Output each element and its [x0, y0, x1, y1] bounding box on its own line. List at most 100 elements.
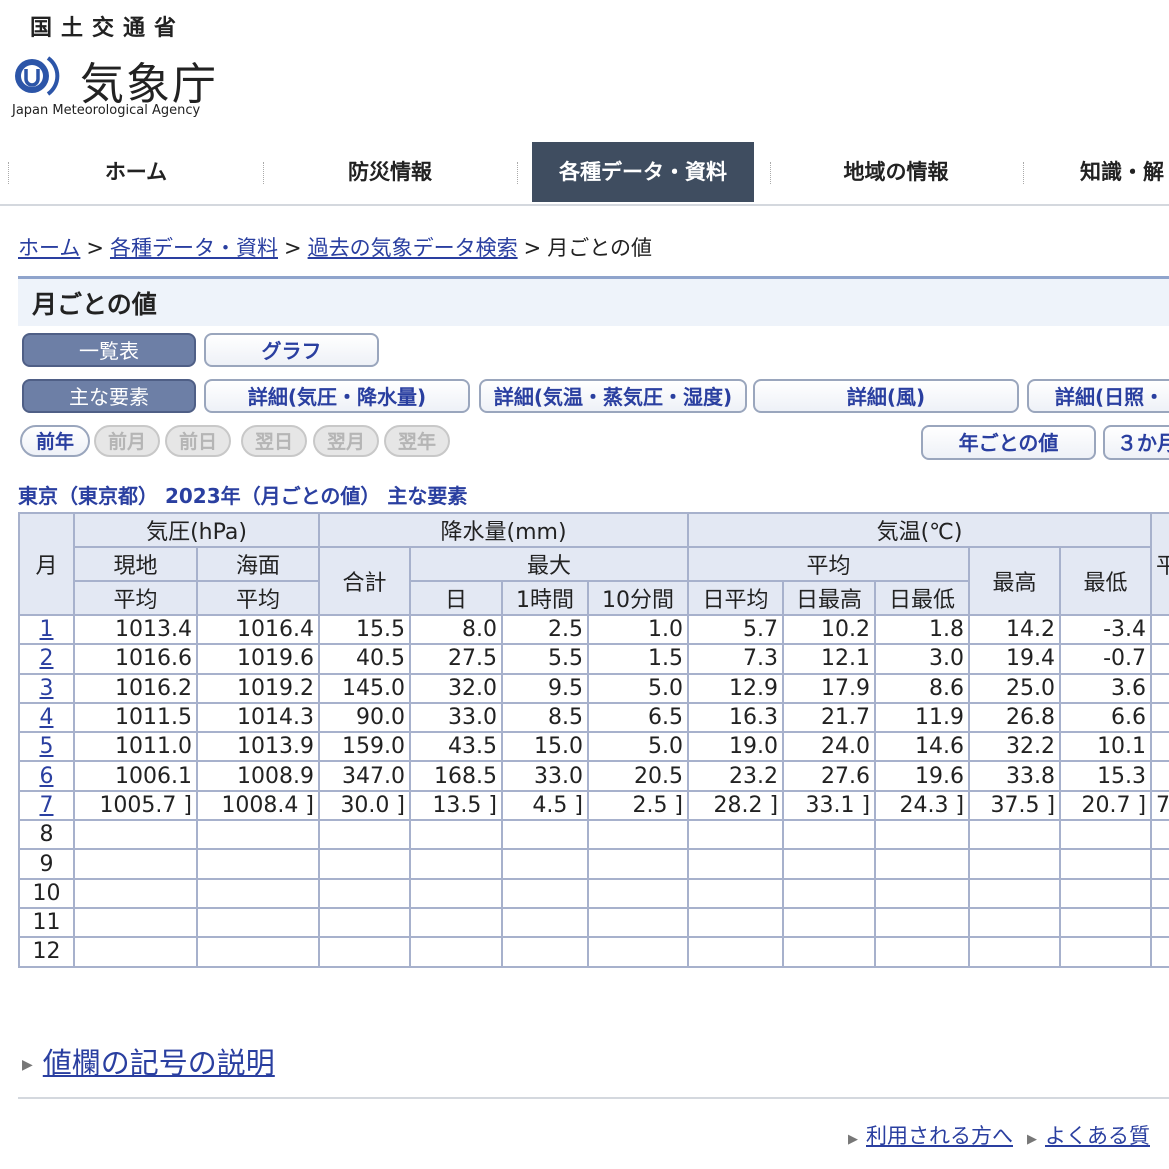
value-cell: 16.3: [687, 701, 785, 734]
symbol-legend-link[interactable]: 値欄の記号の説明: [43, 1046, 275, 1080]
value-cell: 14.6: [874, 731, 971, 763]
yearly-values-button[interactable]: 年ごとの値: [921, 425, 1096, 460]
month-cell: 2: [18, 643, 75, 675]
monthly-table-container: 月 気圧(hPa) 降水量(mm) 気温(℃) 平 現地 海面 合計 最大 平均…: [18, 512, 1169, 1012]
value-cell: 4.5 ]: [501, 789, 589, 822]
value-cell: 145.0: [318, 672, 411, 704]
value-cell: 26.8: [968, 701, 1062, 734]
value-cell: [1059, 906, 1153, 939]
header-highest: 最高: [968, 546, 1062, 616]
prev-day-button[interactable]: 前日: [165, 425, 231, 457]
jma-logo-icon[interactable]: [12, 52, 64, 98]
value-cell: [687, 819, 785, 851]
nav-item-home[interactable]: ホーム: [10, 142, 262, 202]
tab-detail-wind[interactable]: 詳細(風): [753, 379, 1019, 413]
value-cell: [196, 848, 320, 880]
value-cell: 1.8: [874, 613, 971, 646]
nav-separator: [1023, 162, 1024, 184]
month-link[interactable]: 4: [40, 705, 54, 730]
three-month-button[interactable]: ３か月: [1103, 425, 1169, 460]
next-month-button[interactable]: 翌月: [313, 425, 379, 457]
value-cell: 9.5: [501, 672, 589, 704]
table-row: 8: [18, 819, 1169, 851]
value-cell: 33.8: [968, 760, 1062, 792]
arrow-right-icon: ▶: [848, 1132, 858, 1147]
value-cell: 27.6: [782, 760, 877, 792]
value-cell: [1059, 936, 1153, 968]
breadcrumb-home[interactable]: ホーム: [18, 236, 80, 260]
value-cell: [196, 936, 320, 968]
header-sea: 海面: [196, 546, 320, 582]
table-row: 6 1006.1 1008.9 347.0 168.5 33.0 20.5 23.2 27.6 1…: [18, 760, 1169, 792]
month-cell: 10: [18, 877, 75, 909]
tab-detail-temp[interactable]: 詳細(気温・蒸気圧・湿度): [479, 379, 747, 413]
value-cell: 8.6: [874, 672, 971, 704]
tab-detail-sunshine[interactable]: 詳細(日照・: [1027, 379, 1169, 413]
value-cell: 5.0: [586, 731, 690, 763]
nav-item-region[interactable]: 地域の情報: [772, 142, 1020, 202]
value-cell: 1013.9: [196, 731, 320, 763]
nav-item-knowledge[interactable]: 知識・解: [1080, 142, 1169, 202]
month-link[interactable]: 2: [40, 646, 54, 671]
value-cell: 40.5: [318, 643, 411, 675]
header-daily-min: 日最低: [874, 580, 971, 616]
value-cell: [586, 906, 690, 939]
value-cell: [874, 906, 971, 939]
value-cell: 347.0: [318, 760, 411, 792]
month-link[interactable]: 5: [40, 734, 54, 759]
tab-main-elements[interactable]: 主な要素: [22, 379, 196, 413]
value-cell: 1011.5: [73, 701, 198, 734]
value-cell: 1008.4 ]: [196, 789, 320, 822]
value-cell: 1019.2: [196, 672, 320, 704]
value-cell: 8.5: [501, 701, 589, 734]
value-cell: [586, 936, 690, 968]
value-cell: [318, 936, 411, 968]
value-cell: [586, 819, 690, 851]
header-temp-mean: 平均: [687, 546, 971, 582]
value-cell: [782, 848, 877, 880]
nav-item-data[interactable]: 各種データ・資料: [532, 142, 754, 202]
value-cell: 1016.2: [73, 672, 198, 704]
value-cell: 21.7: [782, 701, 877, 734]
tab-detail-pressure-precip[interactable]: 詳細(気圧・降水量): [204, 379, 470, 413]
month-link[interactable]: 7: [40, 793, 54, 818]
value-cell: [1059, 848, 1153, 880]
header-10min: 10分間: [586, 580, 690, 616]
value-cell: 32.0: [409, 672, 503, 704]
footer-users-link[interactable]: 利用される方へ: [866, 1124, 1013, 1148]
breadcrumb-data[interactable]: 各種データ・資料: [110, 236, 278, 260]
ministry-name: 国土交通省: [30, 16, 186, 41]
header-station: 現地: [73, 546, 198, 582]
month-link[interactable]: 6: [40, 764, 54, 789]
next-day-button[interactable]: 翌日: [241, 425, 307, 457]
legend-link-row: ▶ 値欄の記号の説明: [22, 1040, 275, 1082]
nav-separator: [770, 162, 771, 184]
value-cell: [409, 819, 503, 851]
breadcrumb-search[interactable]: 過去の気象データ検索: [308, 236, 518, 260]
value-cell: [687, 877, 785, 909]
header-daily-max: 日最高: [782, 580, 877, 616]
value-cell: [318, 848, 411, 880]
arrow-right-icon: ▶: [1027, 1132, 1037, 1147]
month-link[interactable]: 1: [40, 617, 54, 642]
month-cell: 3: [18, 672, 75, 704]
prev-month-button[interactable]: 前月: [94, 425, 160, 457]
footer-faq-link[interactable]: よくある質: [1045, 1124, 1150, 1148]
value-cell: [318, 819, 411, 851]
prev-year-button[interactable]: 前年: [20, 425, 90, 457]
value-cell: 33.0: [409, 701, 503, 734]
value-cell: [501, 906, 589, 939]
tab-list[interactable]: 一覧表: [22, 333, 196, 367]
value-cell: 19.4: [968, 643, 1062, 675]
month-link[interactable]: 3: [40, 676, 54, 701]
nav-item-disaster[interactable]: 防災情報: [264, 142, 516, 202]
value-cell: 43.5: [409, 731, 503, 763]
table-row: 12: [18, 936, 1169, 968]
value-cell: 17.9: [782, 672, 877, 704]
value-cell: 6.6: [1059, 701, 1153, 734]
tab-graph[interactable]: グラフ: [204, 333, 379, 367]
next-year-button[interactable]: 翌年: [384, 425, 450, 457]
table-row: 1 1013.4 1016.4 15.5 8.0 2.5 1.0 5.7 10.2 1.8 14.2…: [18, 613, 1169, 646]
value-cell: 159.0: [318, 731, 411, 763]
value-cell: 10.1: [1059, 731, 1153, 763]
